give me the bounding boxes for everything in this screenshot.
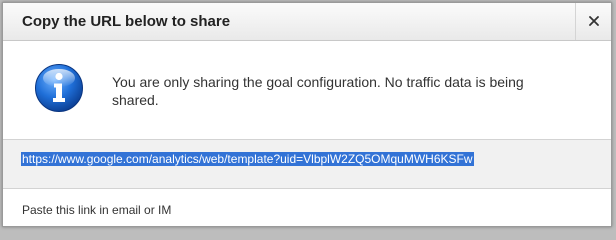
close-icon — [589, 16, 599, 26]
dialog-header: Copy the URL below to share — [3, 3, 611, 41]
dialog-title: Copy the URL below to share — [22, 13, 231, 30]
share-url-field[interactable]: https://www.google.com/analytics/web/tem… — [21, 152, 474, 166]
info-icon — [35, 64, 83, 112]
url-section: https://www.google.com/analytics/web/tem… — [3, 139, 611, 189]
share-dialog: Copy the URL below to share You are only… — [2, 2, 612, 227]
info-message: You are only sharing the goal configurat… — [112, 74, 524, 108]
paste-instruction: Paste this link in email or IM — [22, 203, 172, 217]
close-button[interactable] — [575, 3, 611, 40]
